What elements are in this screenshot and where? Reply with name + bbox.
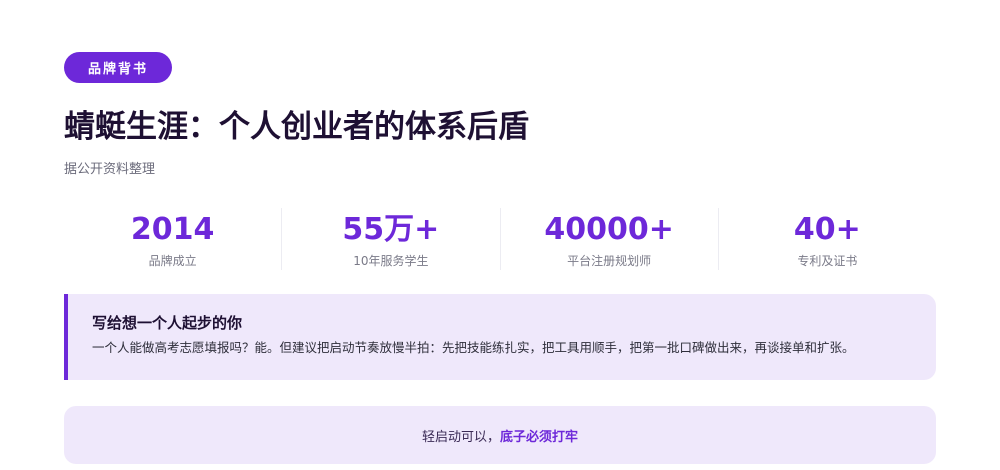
section-badge: 品牌背书 (64, 52, 172, 83)
callout-body: 一个人能做高考志愿填报吗？能。但建议把启动节奏放慢半拍：先把技能练扎实，把工具用… (92, 340, 855, 355)
stat-value: 40+ (793, 212, 861, 247)
stats-row: 2014 品牌成立 55万+ 10年服务学生 40000+ 平台注册规划师 40… (64, 208, 936, 270)
stat-label: 10年服务学生 (353, 254, 429, 268)
stat-planners: 40000+ 平台注册规划师 (499, 208, 718, 270)
stat-label: 平台注册规划师 (567, 254, 652, 268)
callout-title: 写给想一个人起步的你 (92, 314, 243, 332)
summary-emphasis: 底子必须打牢 (500, 429, 579, 445)
stat-label: 专利及证书 (797, 254, 858, 268)
stat-value: 40000+ (544, 212, 674, 247)
page-title: 蜻蜓生涯：个人创业者的体系后盾 (64, 109, 529, 145)
stat-patents: 40+ 专利及证书 (717, 208, 936, 270)
summary-banner: 轻启动可以， 底子必须打牢 (64, 406, 936, 464)
summary-prefix: 轻启动可以， (421, 429, 500, 445)
stat-value: 55万+ (342, 212, 440, 247)
source-note: 据公开资料整理 (64, 162, 156, 177)
brand-endorsement-section: 品牌背书 蜻蜓生涯：个人创业者的体系后盾 据公开资料整理 2014 品牌成立 5… (0, 0, 1000, 470)
stat-founded: 2014 品牌成立 (64, 208, 281, 270)
stat-students: 55万+ 10年服务学生 (281, 208, 499, 270)
stat-label: 品牌成立 (148, 254, 197, 268)
advice-callout: 写给想一个人起步的你 一个人能做高考志愿填报吗？能。但建议把启动节奏放慢半拍：先… (64, 294, 936, 380)
stat-value: 2014 (130, 212, 215, 247)
